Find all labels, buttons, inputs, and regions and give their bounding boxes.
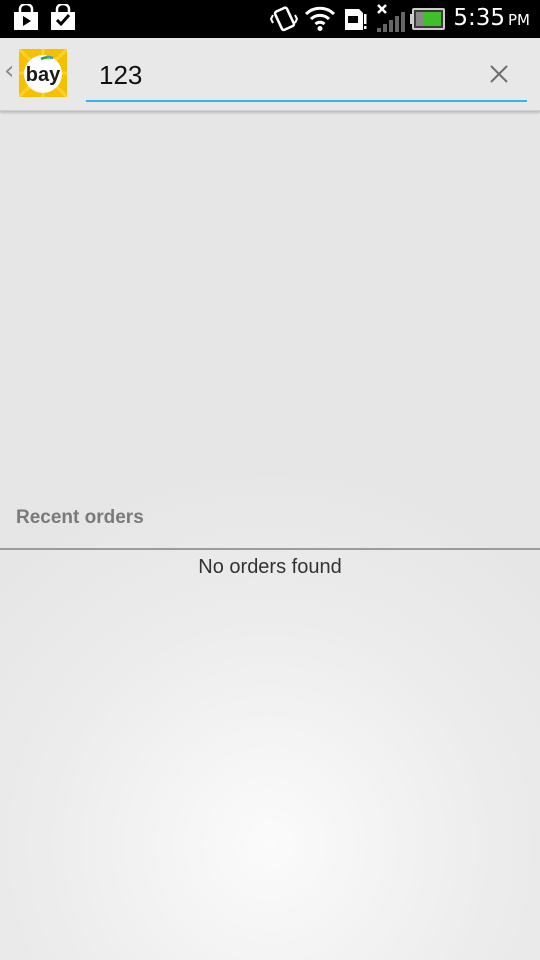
empty-orders-message: No orders found xyxy=(198,556,342,578)
app-logo[interactable]: bay xyxy=(17,47,69,99)
search-input[interactable] xyxy=(99,60,469,90)
signal-icon xyxy=(376,4,408,39)
section-title-recent-orders: Recent orders xyxy=(16,507,144,528)
task-check-icon xyxy=(49,2,77,37)
wifi-icon xyxy=(304,4,336,37)
section-divider xyxy=(0,548,540,550)
close-icon[interactable] xyxy=(485,60,513,88)
clock: 5:35 PM xyxy=(453,5,530,31)
back-chevron-icon[interactable]: ‹ xyxy=(4,58,14,84)
status-bar: 5:35 PM xyxy=(0,0,540,38)
play-store-icon xyxy=(12,2,40,37)
vibrate-icon xyxy=(269,4,299,39)
search-field xyxy=(86,52,527,102)
battery-icon xyxy=(410,8,446,35)
logo-text: bay xyxy=(26,64,61,86)
sd-card-icon xyxy=(343,4,369,39)
action-bar: ‹ bay xyxy=(0,38,540,111)
